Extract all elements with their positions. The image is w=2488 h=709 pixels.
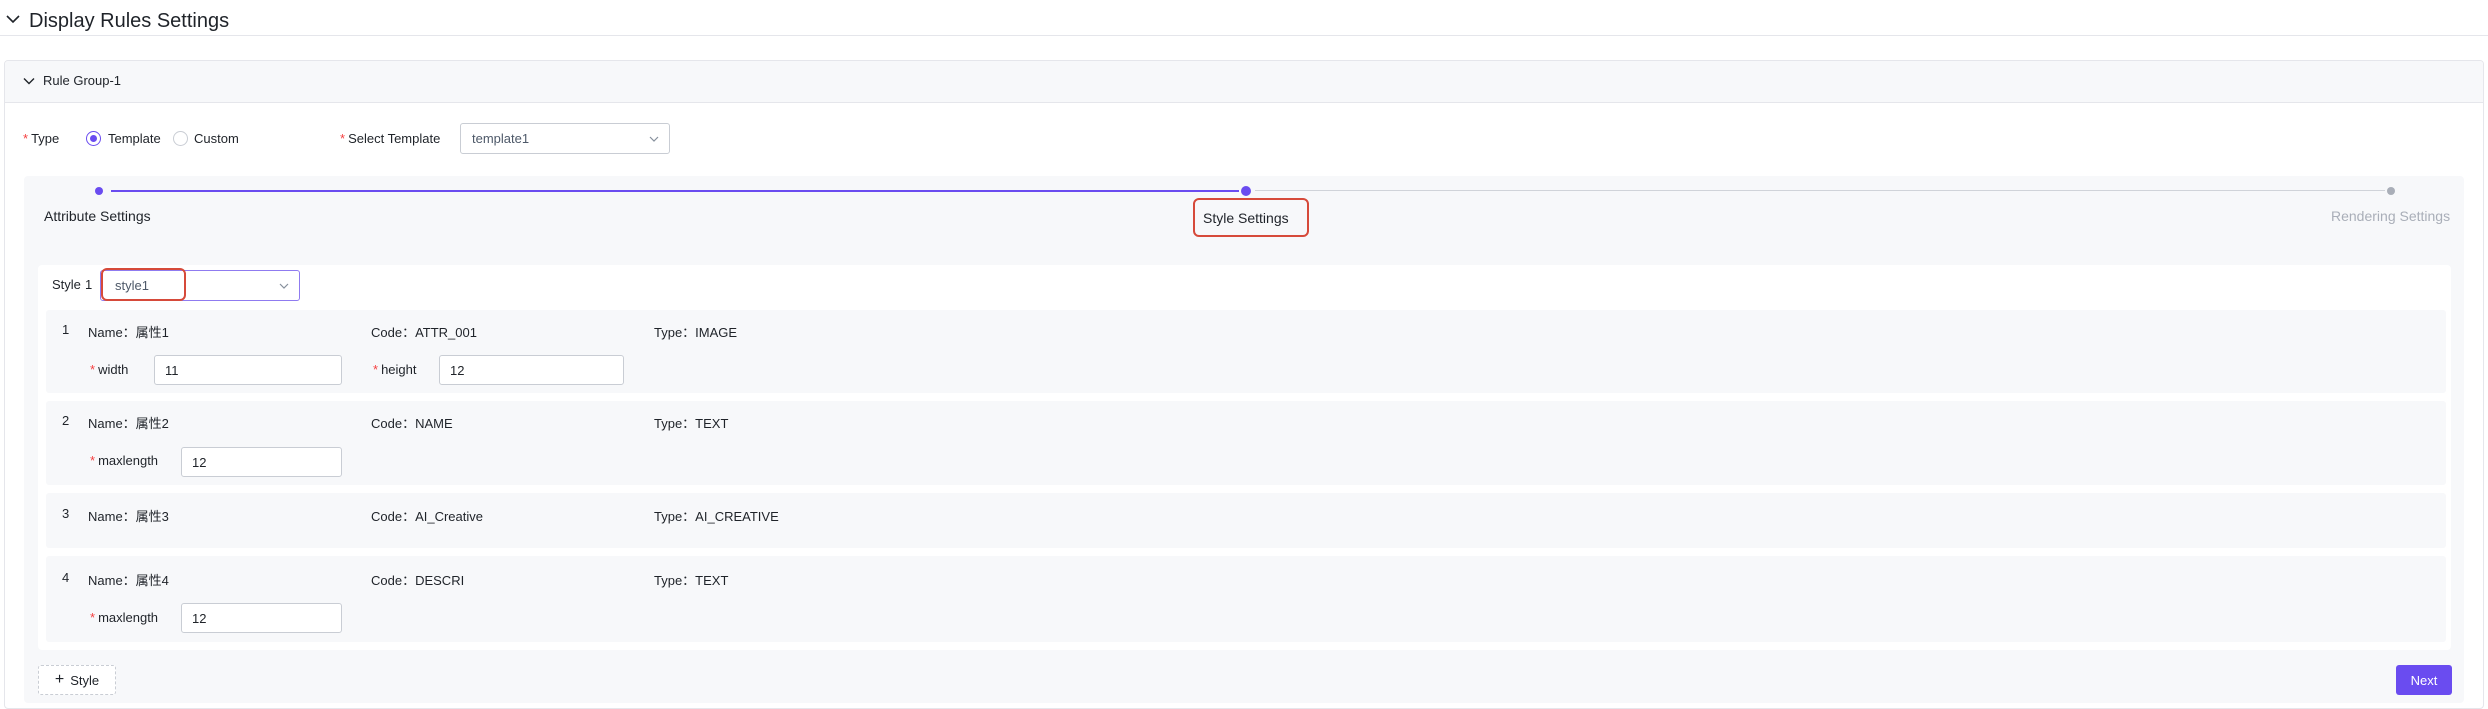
step-attribute-settings[interactable]: Attribute Settings bbox=[44, 207, 151, 225]
attribute-index: 4 bbox=[62, 570, 70, 585]
step-line-completed bbox=[111, 190, 1239, 192]
step-rendering-settings[interactable]: Rendering Settings bbox=[2331, 207, 2450, 225]
attribute-name: Name：属性4 bbox=[88, 573, 169, 588]
attribute-name: Name：属性3 bbox=[88, 509, 169, 524]
width-input[interactable] bbox=[154, 355, 342, 385]
attribute-code: Code：NAME bbox=[371, 416, 453, 431]
attribute-index: 2 bbox=[62, 413, 70, 428]
attribute-type: Type：TEXT bbox=[654, 416, 729, 431]
attribute-index: 1 bbox=[62, 322, 70, 337]
attribute-name: Name：属性2 bbox=[88, 416, 169, 431]
attribute-index: 3 bbox=[62, 506, 70, 521]
required-mark: * bbox=[23, 131, 29, 146]
chevron-down-icon[interactable] bbox=[23, 75, 35, 87]
style-number: 1 bbox=[85, 277, 93, 292]
radio-custom[interactable] bbox=[173, 131, 188, 146]
required-mark: * bbox=[340, 131, 346, 146]
chevron-down-icon bbox=[279, 283, 289, 289]
attribute-name: Name：属性1 bbox=[88, 325, 169, 340]
step-dot-rendering bbox=[2387, 187, 2395, 195]
maxlength-label: * maxlength bbox=[90, 610, 159, 625]
maxlength-input[interactable] bbox=[181, 447, 342, 477]
radio-template-label[interactable]: Template bbox=[108, 131, 161, 146]
attribute-code: Code：AI_Creative bbox=[371, 509, 483, 524]
height-label: * height bbox=[373, 362, 417, 377]
select-template-label: * Select Template bbox=[340, 131, 441, 146]
required-mark: * bbox=[373, 362, 379, 377]
next-button[interactable]: Next bbox=[2396, 665, 2452, 695]
section-header[interactable]: Display Rules Settings bbox=[0, 0, 2488, 36]
attribute-row: 4 Name：属性4 Code：DESCRI Type：TEXT * maxlen… bbox=[46, 556, 2446, 642]
annotation-highlight-step bbox=[1193, 198, 1309, 237]
attribute-row: 3 Name：属性3 Code：AI_Creative Type：AI_CREA… bbox=[46, 493, 2446, 548]
radio-template[interactable] bbox=[86, 131, 101, 146]
attribute-type: Type：TEXT bbox=[654, 573, 729, 588]
chevron-down-icon bbox=[649, 136, 659, 142]
height-input[interactable] bbox=[439, 355, 624, 385]
required-mark: * bbox=[90, 453, 96, 468]
template-select[interactable]: template1 bbox=[460, 123, 670, 154]
rule-group-header[interactable]: Rule Group-1 bbox=[5, 61, 2483, 103]
attribute-row: 2 Name：属性2 Code：NAME Type：TEXT * maxlengt… bbox=[46, 401, 2446, 485]
attribute-type: Type：IMAGE bbox=[654, 325, 738, 340]
rule-group-title: Rule Group-1 bbox=[43, 73, 122, 88]
maxlength-input[interactable] bbox=[181, 603, 342, 633]
required-mark: * bbox=[90, 610, 96, 625]
attribute-code: Code：ATTR_001 bbox=[371, 325, 477, 340]
step-dot-attribute bbox=[95, 187, 103, 195]
annotation-highlight-style bbox=[101, 268, 186, 301]
radio-custom-label[interactable]: Custom bbox=[194, 131, 239, 146]
width-label: * width bbox=[90, 362, 129, 377]
attribute-code: Code：DESCRI bbox=[371, 573, 465, 588]
add-style-button[interactable]: + Style bbox=[38, 665, 116, 695]
section-title: Display Rules Settings bbox=[29, 10, 230, 32]
template-select-value: template1 bbox=[472, 131, 530, 146]
plus-icon: + bbox=[54, 671, 65, 688]
attribute-row: 1 Name：属性1 Code：ATTR_001 Type：IMAGE * wid… bbox=[46, 310, 2446, 393]
style-label: Style bbox=[52, 277, 81, 292]
add-style-label: Style bbox=[70, 672, 100, 688]
required-mark: * bbox=[90, 362, 96, 377]
chevron-down-icon[interactable] bbox=[6, 12, 20, 26]
step-line-pending bbox=[1255, 190, 2385, 191]
attribute-type: Type：AI_CREATIVE bbox=[654, 509, 779, 524]
type-label: * Type bbox=[23, 131, 60, 146]
step-dot-style bbox=[1241, 186, 1251, 196]
maxlength-label: * maxlength bbox=[90, 453, 159, 468]
